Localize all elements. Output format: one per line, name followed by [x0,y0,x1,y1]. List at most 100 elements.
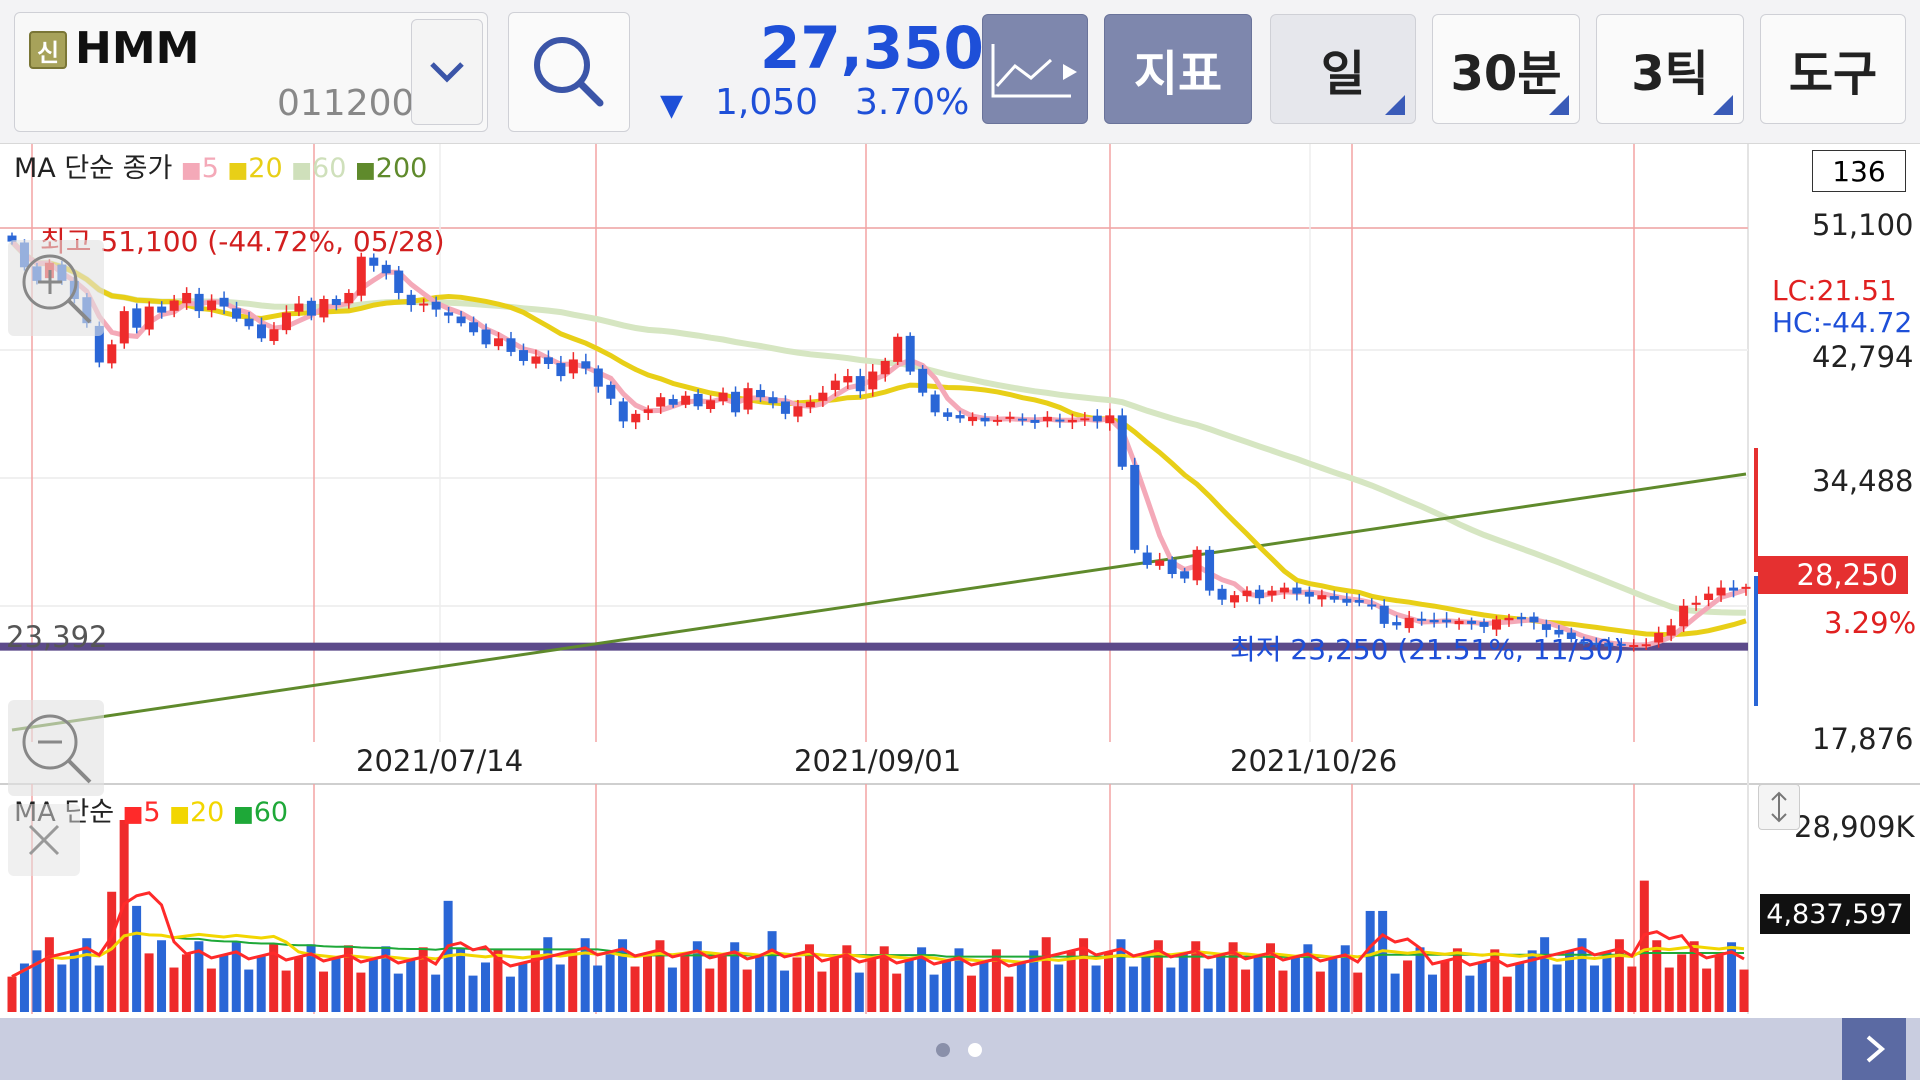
volume-bar [1602,952,1612,1012]
chart-type-button[interactable] [982,14,1088,124]
volume-bar [256,956,266,1012]
volume-bar [1004,976,1014,1012]
vertical-arrows-icon [1771,791,1787,823]
vol-ma20-square-icon: ■ [169,802,190,827]
pager-bar [0,1018,1920,1080]
volume-bar [1739,969,1749,1012]
candle [1417,618,1427,621]
page-dot-2[interactable] [968,1043,982,1057]
indicator-button[interactable]: 지표 [1104,14,1252,124]
symbol-dropdown-button[interactable] [411,19,483,125]
candle [518,350,528,361]
candle [593,368,603,387]
volume-bar [892,973,902,1012]
candle [768,397,778,404]
period-30min-label: 30분 [1450,46,1562,102]
volume-bar [1016,963,1026,1012]
ma20-label: 20 [248,153,283,184]
volume-bar [1378,910,1388,1012]
down-arrow-icon: ▼ [660,88,684,123]
volume-bar [742,969,752,1012]
zoom-out-button[interactable] [8,700,104,796]
volume-bar [1515,963,1525,1012]
search-icon [534,37,604,107]
corner-triangle-icon [1385,95,1405,115]
ma5-label: 5 [201,153,219,184]
volume-bar [966,975,976,1012]
candle [681,395,691,405]
volume-bar [1104,952,1114,1012]
date-label-2: 2021/09/01 [794,744,962,778]
volume-bar [368,959,378,1012]
candle [955,415,965,419]
volume-bar [904,960,914,1012]
candle [494,338,504,347]
chart-area[interactable]: MA 단순 종가 ■5 ■20 ■60 ■200 최고 51,100 (-44.… [0,144,1920,1014]
volume-bar [1315,971,1325,1012]
volume-bar [1290,957,1300,1012]
hline-label: 23,392 [6,620,108,654]
volume-bar [593,965,603,1012]
volume-max-label: 28,909K [1794,810,1915,844]
page-dot-1[interactable] [936,1043,950,1057]
volume-bar [1128,966,1138,1012]
search-button[interactable] [508,12,630,132]
volume-bar [1477,962,1487,1012]
candle [918,368,928,393]
volume-bar [356,972,366,1012]
volume-bar [57,964,67,1012]
period-tick-button[interactable]: 3틱 [1596,14,1744,124]
candle [581,361,591,369]
corner-triangle-icon [1713,95,1733,115]
candle [132,308,142,328]
candle [1180,571,1190,579]
volume-bar [69,951,79,1012]
period-day-button[interactable]: 일 [1270,14,1416,124]
volume-bar [1652,940,1662,1012]
volume-bar [1552,964,1562,1012]
candle [1030,419,1040,423]
next-page-button[interactable] [1842,1018,1906,1080]
volume-bar [1054,964,1064,1012]
candle [1454,620,1464,625]
volume-bar [1502,976,1512,1012]
candle [631,413,641,423]
chart-canvas[interactable] [0,144,1920,1014]
line-chart-icon [991,44,1077,98]
range-bar-up [1754,448,1758,572]
candle [381,264,391,274]
candle [656,397,666,407]
candle [1130,464,1140,550]
resize-handle[interactable] [1758,784,1800,830]
volume-bar [680,954,690,1012]
symbol-name: HMM [75,23,200,74]
candle [930,394,940,413]
candle [905,335,915,372]
volume-bar [667,967,677,1012]
tools-button[interactable]: 도구 [1760,14,1906,124]
close-button[interactable] [8,804,80,876]
period-day-label: 일 [1320,46,1366,102]
candle [1704,593,1714,600]
volume-bar [829,958,839,1012]
symbol-code: 011200 [277,83,415,124]
volume-bar [767,931,777,1012]
corner-triangle-icon [1549,95,1569,115]
volume-bar [1540,937,1550,1012]
period-30min-button[interactable]: 30분 [1432,14,1580,124]
volume-bar [817,971,827,1012]
candle [830,380,840,390]
price-ma-legend: MA 단순 종가 ■5 ■20 ■60 ■200 [14,146,427,185]
volume-bar [1639,880,1649,1012]
symbol-selector[interactable]: 신 HMM 011200 [14,12,488,132]
volume-bar [1664,967,1674,1012]
current-price: 27,350 [760,14,984,82]
candle [755,389,765,398]
zoom-in-button[interactable] [8,240,104,336]
volume-bar [244,969,254,1012]
candle [1329,596,1339,600]
volume-bar [406,960,416,1012]
volume-bar [331,958,341,1012]
candle [469,322,479,333]
volume-bar [468,975,478,1012]
